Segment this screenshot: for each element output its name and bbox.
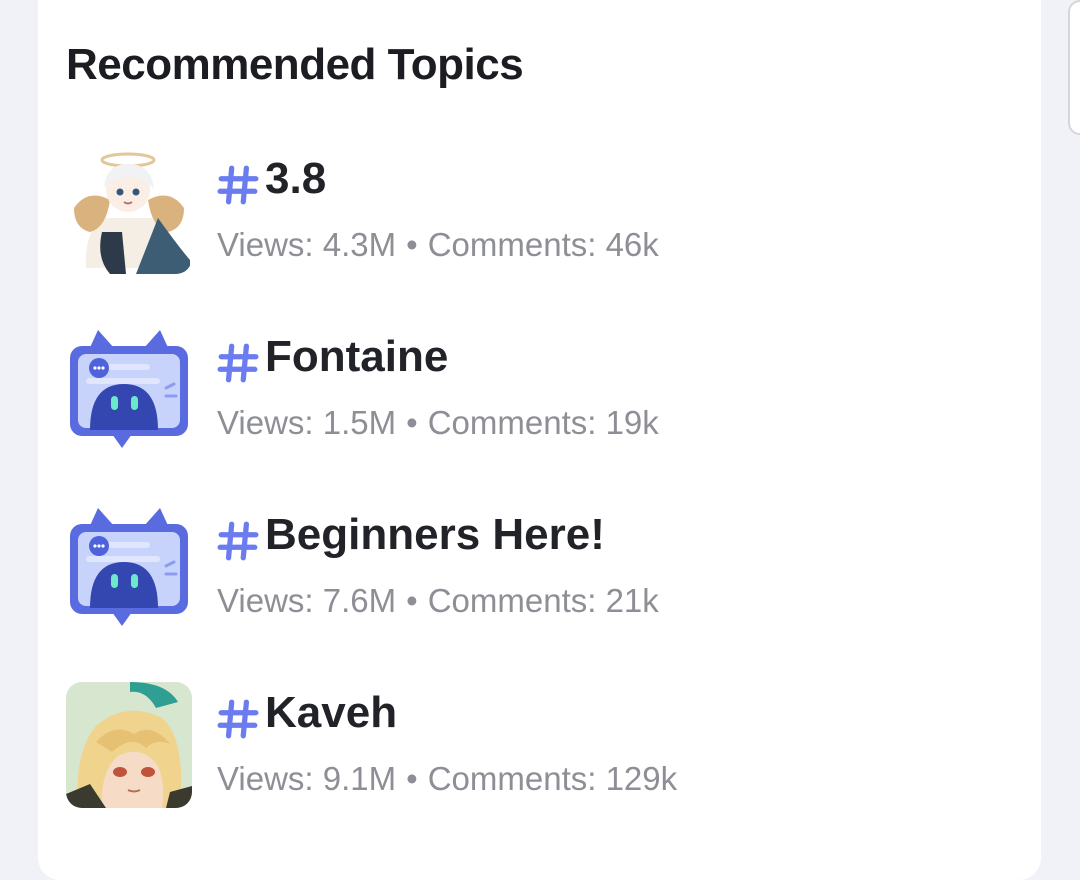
topic-item[interactable]: Fontaine Views: 1.5M • Comments: 19k — [66, 326, 986, 452]
topic-item[interactable]: Kaveh Views: 9.1M • Comments: 129k — [66, 682, 986, 808]
chat-bot-icon — [66, 326, 192, 452]
topic-stats: Views: 1.5M • Comments: 19k — [217, 404, 659, 442]
separator-dot: • — [406, 404, 418, 441]
views-count: Views: 4.3M — [217, 226, 397, 263]
topic-title: Beginners Here! — [265, 510, 605, 559]
hashtag-icon — [217, 165, 259, 205]
topic-item[interactable]: Beginners Here! Views: 7.6M • Comments: 21… — [66, 504, 986, 630]
views-count: Views: 7.6M — [217, 582, 397, 619]
comments-count: Comments: 129k — [427, 760, 678, 797]
topic-item[interactable]: 3.8 Views: 4.3M • Comments: 46k — [66, 148, 986, 274]
comments-count: Comments: 19k — [427, 404, 659, 441]
views-count: Views: 1.5M — [217, 404, 397, 441]
separator-dot: • — [406, 582, 418, 619]
topic-title: 3.8 — [265, 154, 327, 203]
hashtag-icon — [217, 699, 259, 739]
topic-stats: Views: 9.1M • Comments: 129k — [217, 760, 677, 798]
section-title: Recommended Topics — [66, 40, 524, 89]
comments-count: Comments: 21k — [427, 582, 659, 619]
topic-stats: Views: 7.6M • Comments: 21k — [217, 582, 659, 620]
chat-bot-icon — [66, 504, 192, 630]
hashtag-icon — [217, 343, 259, 383]
paimon-avatar-icon — [66, 148, 192, 274]
separator-dot: • — [406, 226, 418, 263]
views-count: Views: 9.1M — [217, 760, 397, 797]
separator-dot: • — [406, 760, 418, 797]
topic-stats: Views: 4.3M • Comments: 46k — [217, 226, 659, 264]
topic-title: Kaveh — [265, 688, 398, 737]
kaveh-avatar-icon — [66, 682, 192, 808]
hashtag-icon — [217, 521, 259, 561]
scrollbar-handle[interactable] — [1068, 0, 1080, 135]
comments-count: Comments: 46k — [427, 226, 659, 263]
topic-title: Fontaine — [265, 332, 449, 381]
